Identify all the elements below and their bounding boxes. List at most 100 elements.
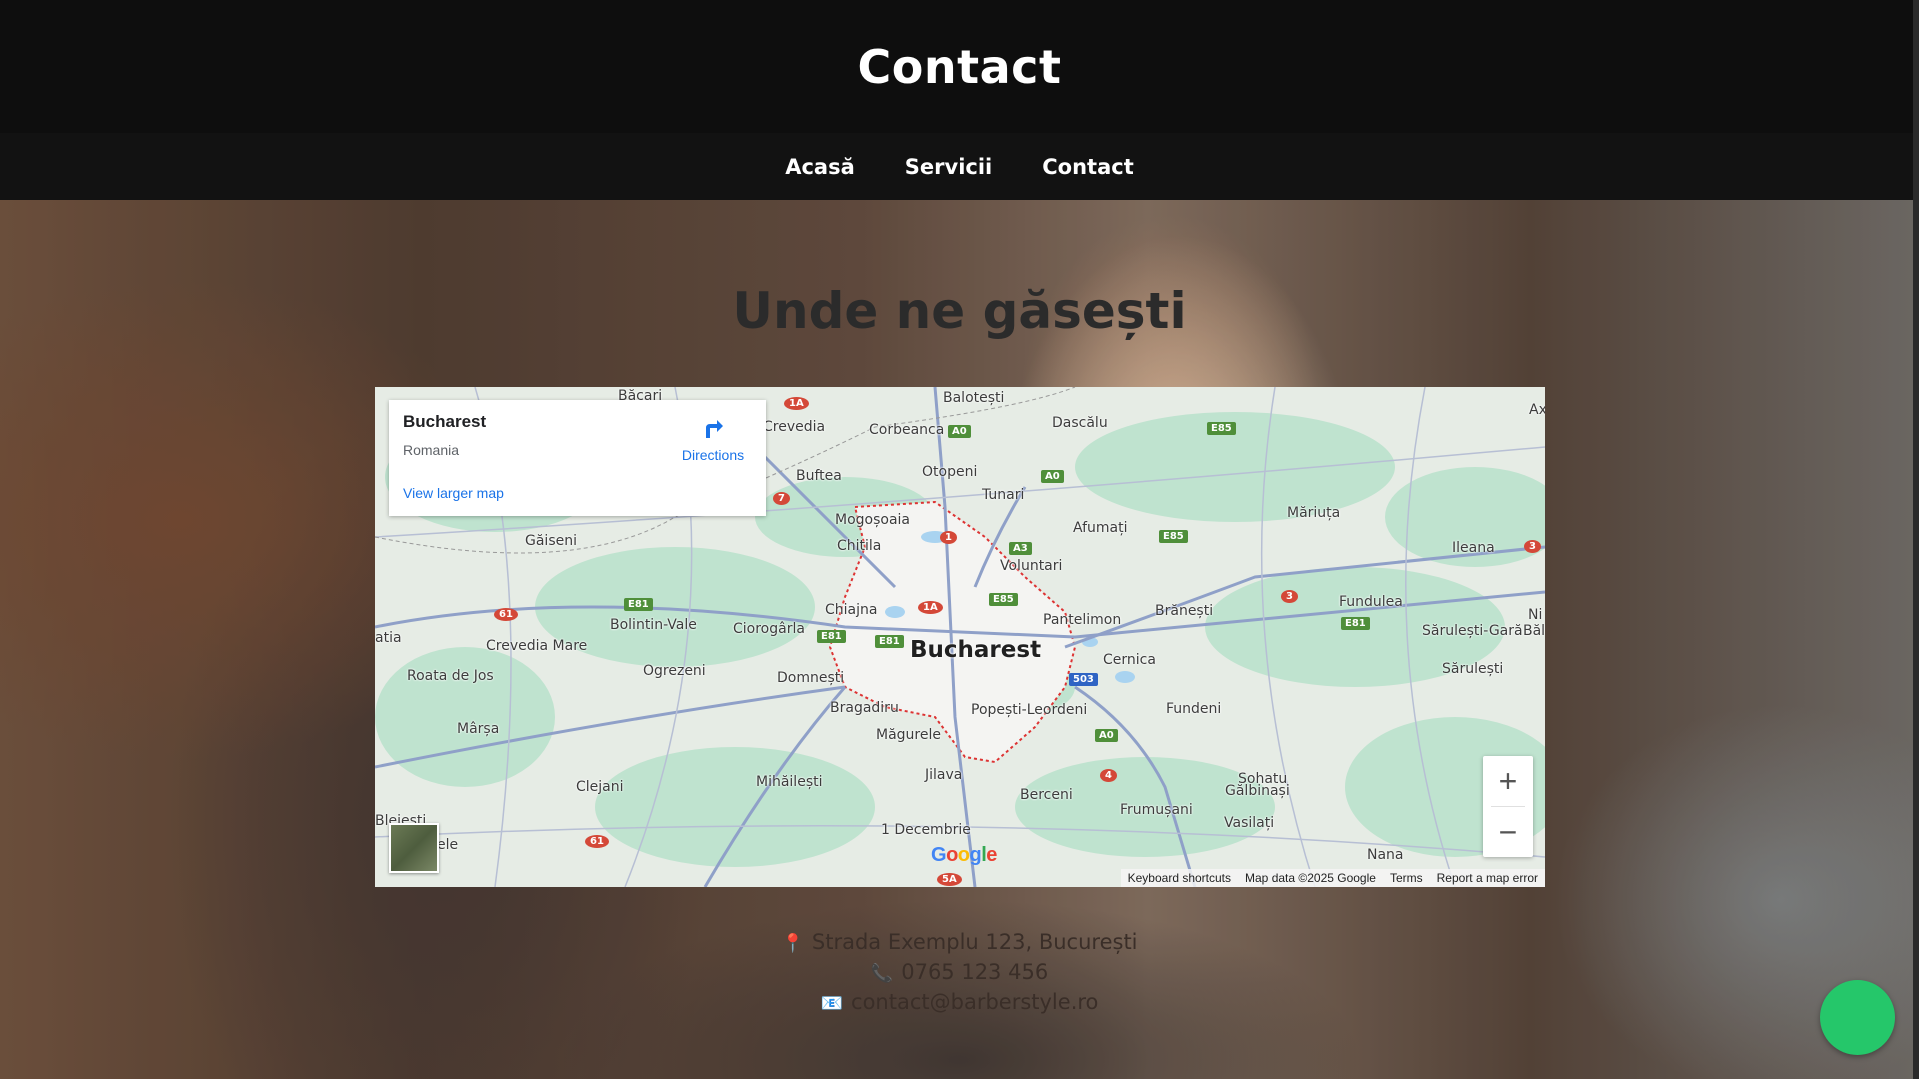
map-label: Măgurele	[876, 727, 941, 743]
road-badge-61: 61	[494, 608, 518, 621]
map-label: Domnești	[777, 670, 845, 686]
pin-icon: 📍	[781, 933, 804, 954]
keyboard-shortcuts-link[interactable]: Keyboard shortcuts	[1128, 871, 1231, 885]
contact-address: 📍 Strada Exemplu 123, București	[0, 930, 1919, 954]
place-subtitle: Romania	[403, 442, 460, 458]
map-data-text: Map data ©2025 Google	[1245, 871, 1376, 885]
main-nav: Acasă Servicii Contact	[0, 133, 1919, 200]
road-badge-7: 7	[773, 492, 790, 505]
map-label: Mârșa	[457, 721, 500, 737]
map-label: Roata de Jos	[407, 668, 494, 684]
map-label: 1 Decembrie	[881, 822, 971, 838]
contact-email: 📧 contact@barberstyle.ro	[0, 990, 1919, 1014]
map-label: Balotești	[943, 390, 1005, 406]
road-badge-503: 503	[1069, 673, 1098, 686]
map-label: Mogoșoaia	[835, 512, 911, 528]
page-title: Contact	[857, 39, 1062, 94]
map-label: Brănești	[1155, 603, 1214, 619]
map-label: Ogrezeni	[643, 663, 706, 679]
nav-item-servicii[interactable]: Servicii	[905, 155, 992, 179]
phone-icon: 📞	[870, 963, 894, 984]
road-badge-1: 1	[940, 531, 957, 544]
map-label: Popești-Leordeni	[971, 702, 1088, 718]
map-label: Chiajna	[825, 602, 878, 618]
map-label: Mihăilești	[756, 774, 823, 790]
map-label: Frumușani	[1120, 802, 1193, 818]
map-label: Tunari	[982, 487, 1025, 503]
road-badge-e81: E81	[1341, 617, 1370, 630]
map-label: Găiseni	[525, 533, 577, 549]
road-badge-a0: A0	[948, 425, 971, 438]
map-label: Fundeni	[1166, 701, 1222, 717]
view-larger-map-link[interactable]: View larger map	[403, 485, 504, 501]
google-logo: Google	[931, 844, 997, 866]
terms-link[interactable]: Terms	[1390, 871, 1423, 885]
map-label: Crevedia	[763, 419, 826, 435]
map-label: Chitila	[837, 538, 882, 554]
report-map-error-link[interactable]: Report a map error	[1437, 871, 1538, 885]
map-label: Sărulești	[1442, 661, 1504, 677]
map-attribution: Keyboard shortcuts Map data ©2025 Google…	[1120, 869, 1545, 887]
site-header: Contact	[0, 0, 1919, 133]
section-heading: Unde ne găsești	[732, 282, 1187, 340]
map-label: Pantelimon	[1043, 612, 1122, 628]
road-badge-61: 61	[585, 835, 609, 848]
road-badge-a3: A3	[1009, 542, 1032, 555]
map-label: Vasilați	[1224, 815, 1275, 831]
road-badge-a0: A0	[1095, 729, 1118, 742]
address-text: Strada Exemplu 123, București	[811, 930, 1138, 954]
map-label: Gălbinași	[1225, 783, 1290, 799]
google-map[interactable]: Bucharest Balotești Dascălu Corbeanca Cr…	[375, 387, 1545, 887]
map-label: Ni	[1528, 607, 1543, 623]
road-badge-1a: 1A	[918, 601, 943, 614]
scrollbar[interactable]	[1913, 0, 1919, 1079]
directions-label: Directions	[681, 447, 745, 463]
map-label: Fundulea	[1339, 594, 1403, 610]
road-badge-e85: E85	[989, 593, 1018, 606]
road-badge-3: 3	[1524, 540, 1541, 553]
contact-phone: 📞 0765 123 456	[0, 960, 1919, 984]
directions-button[interactable]: Directions	[673, 414, 753, 463]
map-label: Berceni	[1020, 787, 1073, 803]
map-label: Jilava	[925, 767, 963, 783]
email-text[interactable]: contact@barberstyle.ro	[851, 990, 1098, 1014]
road-badge-e81: E81	[817, 630, 846, 643]
map-label: Buftea	[796, 468, 842, 484]
map-label: atia	[375, 630, 402, 646]
road-badge-4: 4	[1100, 769, 1117, 782]
map-label: Bolintin-Vale	[610, 617, 697, 633]
map-label: Măriuța	[1287, 505, 1341, 521]
map-label: Dascălu	[1052, 415, 1108, 431]
place-title: Bucharest	[403, 412, 487, 431]
road-badge-5a: 5A	[937, 873, 962, 886]
map-label: Ciorogârla	[733, 621, 805, 637]
chat-button[interactable]	[1820, 980, 1895, 1055]
road-badge-e81: E81	[624, 598, 653, 611]
nav-item-contact[interactable]: Contact	[1042, 155, 1134, 179]
zoom-in-button[interactable]: +	[1483, 756, 1533, 806]
map-label: Afumați	[1073, 520, 1128, 536]
email-icon: 📧	[820, 993, 844, 1014]
road-badge-e85: E85	[1207, 422, 1236, 435]
map-label: Crevedia Mare	[486, 638, 588, 654]
map-label: Voluntari	[1000, 558, 1063, 574]
directions-icon	[706, 420, 723, 438]
map-label: Băl	[1523, 623, 1545, 639]
road-badge-a0: A0	[1041, 470, 1064, 483]
map-label: Clejani	[576, 779, 624, 795]
map-label: Corbeanca	[869, 422, 945, 438]
zoom-controls: + −	[1483, 756, 1533, 857]
map-label: Nana	[1367, 847, 1404, 863]
road-badge-e85: E85	[1159, 530, 1188, 543]
map-info-card: Bucharest Romania View larger map Direct…	[389, 400, 766, 516]
phone-text[interactable]: 0765 123 456	[901, 960, 1048, 984]
road-badge-3: 3	[1281, 590, 1298, 603]
map-label: Ileana	[1452, 540, 1495, 556]
map-label: Cernica	[1103, 652, 1156, 668]
map-label: Sărulești-Gară	[1422, 623, 1523, 639]
road-badge-1a: 1A	[784, 397, 809, 410]
nav-item-acasa[interactable]: Acasă	[785, 155, 855, 179]
zoom-out-button[interactable]: −	[1483, 807, 1533, 857]
satellite-toggle-button[interactable]	[389, 823, 439, 873]
map-label: Bragadiru	[830, 700, 899, 716]
